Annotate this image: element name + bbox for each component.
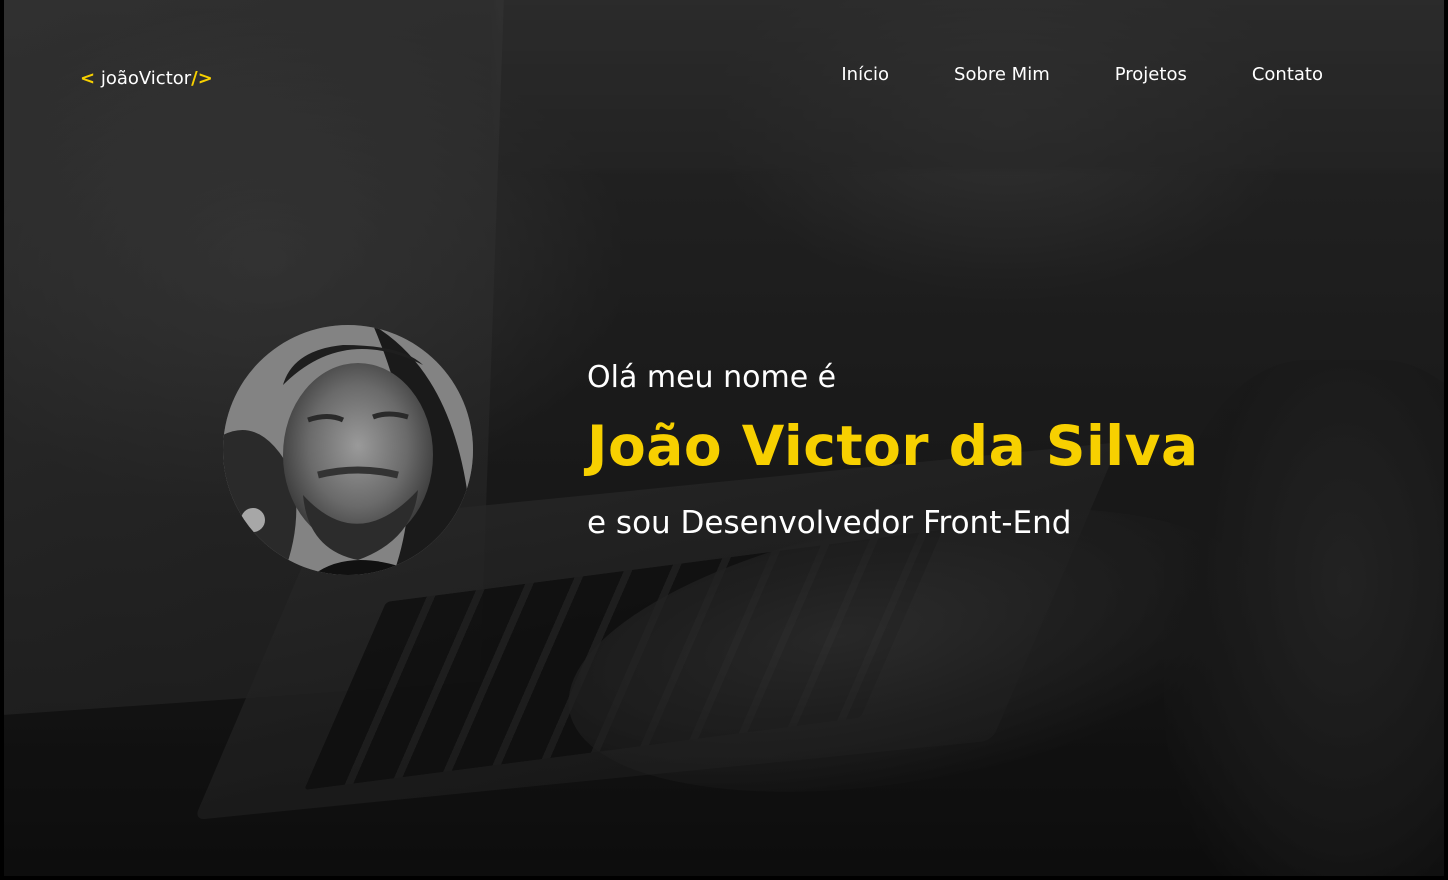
nav-link-inicio[interactable]: Início	[841, 64, 889, 85]
nav-link-projetos[interactable]: Projetos	[1115, 64, 1187, 85]
main-nav: Início Sobre Mim Projetos Contato	[776, 64, 1323, 85]
logo-open-bracket: <	[80, 68, 96, 89]
site-logo[interactable]: < joãoVictor/>	[80, 68, 213, 89]
hero-intro-text: Olá meu nome é	[587, 360, 837, 395]
hero-section: < joãoVictor/> Início Sobre Mim Projetos…	[4, 0, 1444, 876]
profile-photo	[223, 325, 473, 575]
hero-role: e sou Desenvolvedor Front-End	[587, 505, 1072, 541]
nav-link-contato[interactable]: Contato	[1252, 64, 1323, 85]
profile-photo-illustration	[223, 325, 473, 575]
nav-link-sobre-mim[interactable]: Sobre Mim	[954, 64, 1050, 85]
hero-name: João Victor da Silva	[587, 414, 1199, 478]
logo-close-bracket: />	[191, 68, 213, 89]
logo-name: joãoVictor	[100, 68, 192, 89]
